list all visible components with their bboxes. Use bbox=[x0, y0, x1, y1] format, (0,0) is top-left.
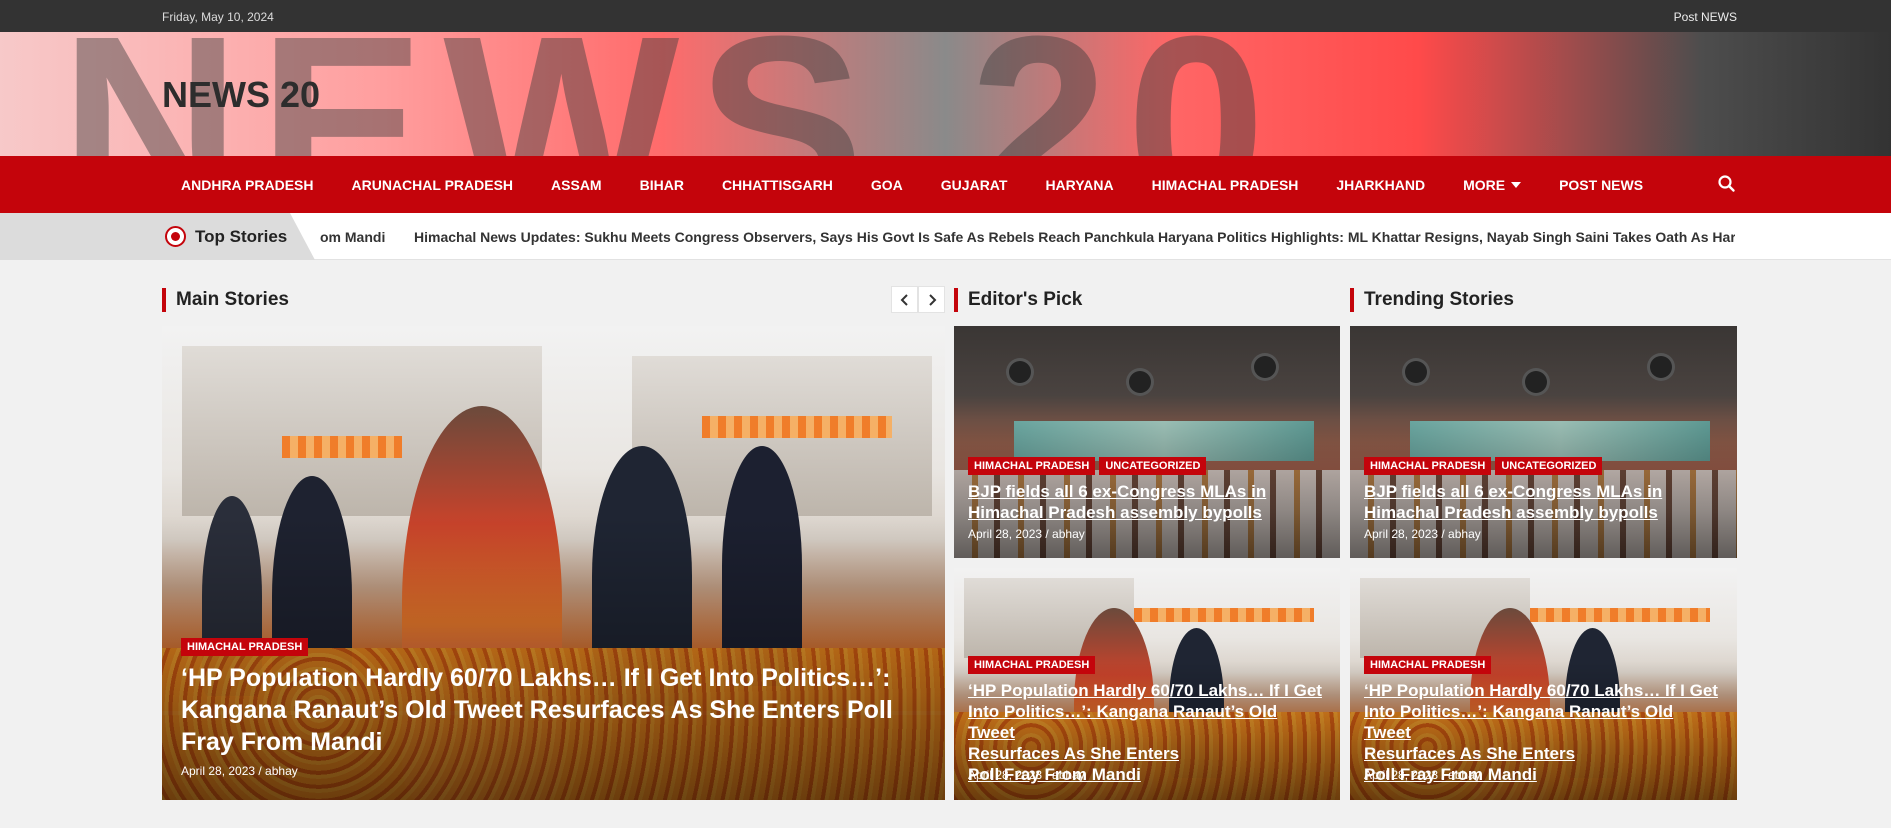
chevron-down-icon bbox=[1511, 181, 1522, 188]
title-line: Into Politics…’: Kangana Ranaut’s Old Tw… bbox=[1364, 702, 1674, 742]
title-line: Resurfaces As She Enters bbox=[968, 744, 1180, 763]
title-line: Himachal Pradesh assembly bypolls bbox=[968, 503, 1262, 522]
title-line: ‘HP Population Hardly 60/70 Lakhs… If I … bbox=[968, 681, 1322, 700]
title-line: Into Politics…’: Kangana Ranaut’s Old Tw… bbox=[968, 702, 1278, 742]
header-banner: NEWS 20 NEWS 20 bbox=[0, 32, 1891, 156]
title-line: ‘HP Population Hardly 60/70 Lakhs… If I … bbox=[1364, 681, 1718, 700]
nav-item-chhattisgarh[interactable]: CHHATTISGARH bbox=[703, 177, 852, 193]
slider-next-button[interactable] bbox=[918, 286, 945, 313]
nav-item-more[interactable]: MORE bbox=[1444, 177, 1540, 193]
main-navigation: ANDHRA PRADESH ARUNACHAL PRADESH ASSAM B… bbox=[0, 156, 1891, 213]
slider-prev-button[interactable] bbox=[891, 286, 918, 313]
title-line: BJP fields all 6 ex-Congress MLAs in bbox=[1364, 482, 1663, 501]
top-bar: Friday, May 10, 2024 Post NEWS bbox=[0, 0, 1891, 32]
current-date: Friday, May 10, 2024 bbox=[162, 10, 274, 24]
section-title-main-stories: Main Stories bbox=[162, 288, 289, 312]
main-story-title[interactable]: ‘HP Population Hardly 60/70 Lakhs… If I … bbox=[181, 662, 901, 758]
category-badge[interactable]: HIMACHAL PRADESH bbox=[1364, 457, 1492, 475]
trending-title[interactable]: BJP fields all 6 ex-Congress MLAs in Him… bbox=[1364, 481, 1724, 523]
nav-item-gujarat[interactable]: GUJARAT bbox=[922, 177, 1027, 193]
top-stories-ticker: Top Stories om Mandi Himachal News Updat… bbox=[0, 213, 1891, 260]
nav-item-himachal-pradesh[interactable]: HIMACHAL PRADESH bbox=[1133, 177, 1318, 193]
ticker-label-block: Top Stories bbox=[0, 213, 315, 260]
ticker-item[interactable]: Haryana Politics Highlights: ML Khattar … bbox=[1158, 229, 1735, 245]
ticker-items: om Mandi Himachal News Updates: Sukhu Me… bbox=[320, 213, 1735, 260]
trending-meta: April 28, 2023 / abhay bbox=[1364, 527, 1481, 541]
live-dot-icon bbox=[165, 226, 186, 247]
page: Friday, May 10, 2024 Post NEWS NEWS 20 N… bbox=[0, 0, 1891, 828]
ticker-label: Top Stories bbox=[195, 227, 288, 246]
category-badge[interactable]: HIMACHAL PRADESH bbox=[181, 638, 309, 656]
site-logo[interactable]: NEWS 20 bbox=[162, 74, 320, 116]
nav-item-goa[interactable]: GOA bbox=[852, 177, 922, 193]
editors-pick-meta: April 28, 2023 / abhay bbox=[968, 768, 1085, 782]
main-story-meta: April 28, 2023 / abhay bbox=[181, 764, 298, 778]
trending-card[interactable]: HIMACHAL PRADESH UNCATEGORIZED BJP fields… bbox=[1350, 326, 1737, 558]
trending-card[interactable]: HIMACHAL PRADESH ‘HP Population Hardly 6… bbox=[1350, 568, 1737, 800]
editors-pick-title[interactable]: BJP fields all 6 ex-Congress MLAs in Him… bbox=[968, 481, 1328, 523]
category-badge[interactable]: HIMACHAL PRADESH bbox=[1364, 656, 1492, 674]
ticker-item[interactable]: om Mandi bbox=[320, 229, 385, 245]
editors-pick-card[interactable]: HIMACHAL PRADESH UNCATEGORIZED BJP fields… bbox=[954, 326, 1340, 558]
title-line: Himachal Pradesh assembly bypolls bbox=[1364, 503, 1658, 522]
main-story-card[interactable]: HIMACHAL PRADESH ‘HP Population Hardly 6… bbox=[162, 326, 945, 800]
editors-pick-meta: April 28, 2023 / abhay bbox=[968, 527, 1085, 541]
section-title-trending-stories: Trending Stories bbox=[1350, 288, 1514, 312]
editors-pick-card[interactable]: HIMACHAL PRADESH ‘HP Population Hardly 6… bbox=[954, 568, 1340, 800]
chevron-left-icon bbox=[900, 293, 908, 306]
nav-more-label: MORE bbox=[1463, 176, 1506, 193]
section-title-editors-pick: Editor's Pick bbox=[954, 288, 1082, 312]
post-news-link[interactable]: Post NEWS bbox=[1674, 10, 1737, 24]
title-line: BJP fields all 6 ex-Congress MLAs in bbox=[968, 482, 1267, 501]
search-icon[interactable] bbox=[1717, 174, 1737, 194]
nav-item-post-news[interactable]: POST NEWS bbox=[1540, 177, 1662, 193]
nav-item-haryana[interactable]: HARYANA bbox=[1026, 177, 1132, 193]
nav-item-arunachal-pradesh[interactable]: ARUNACHAL PRADESH bbox=[333, 177, 533, 193]
nav-item-jharkhand[interactable]: JHARKHAND bbox=[1317, 177, 1444, 193]
nav-item-assam[interactable]: ASSAM bbox=[532, 177, 621, 193]
category-badge[interactable]: HIMACHAL PRADESH bbox=[968, 656, 1096, 674]
nav-item-bihar[interactable]: BIHAR bbox=[621, 177, 703, 193]
category-badge[interactable]: UNCATEGORIZED bbox=[1099, 457, 1207, 475]
trending-meta: April 28, 2023 / abhay bbox=[1364, 768, 1481, 782]
title-line: Resurfaces As She Enters bbox=[1364, 744, 1576, 763]
category-badge[interactable]: HIMACHAL PRADESH bbox=[968, 457, 1096, 475]
category-badge[interactable]: UNCATEGORIZED bbox=[1495, 457, 1603, 475]
chevron-right-icon bbox=[928, 293, 936, 306]
nav-item-andhra-pradesh[interactable]: ANDHRA PRADESH bbox=[162, 177, 333, 193]
ticker-item[interactable]: Himachal News Updates: Sukhu Meets Congr… bbox=[414, 229, 1154, 245]
